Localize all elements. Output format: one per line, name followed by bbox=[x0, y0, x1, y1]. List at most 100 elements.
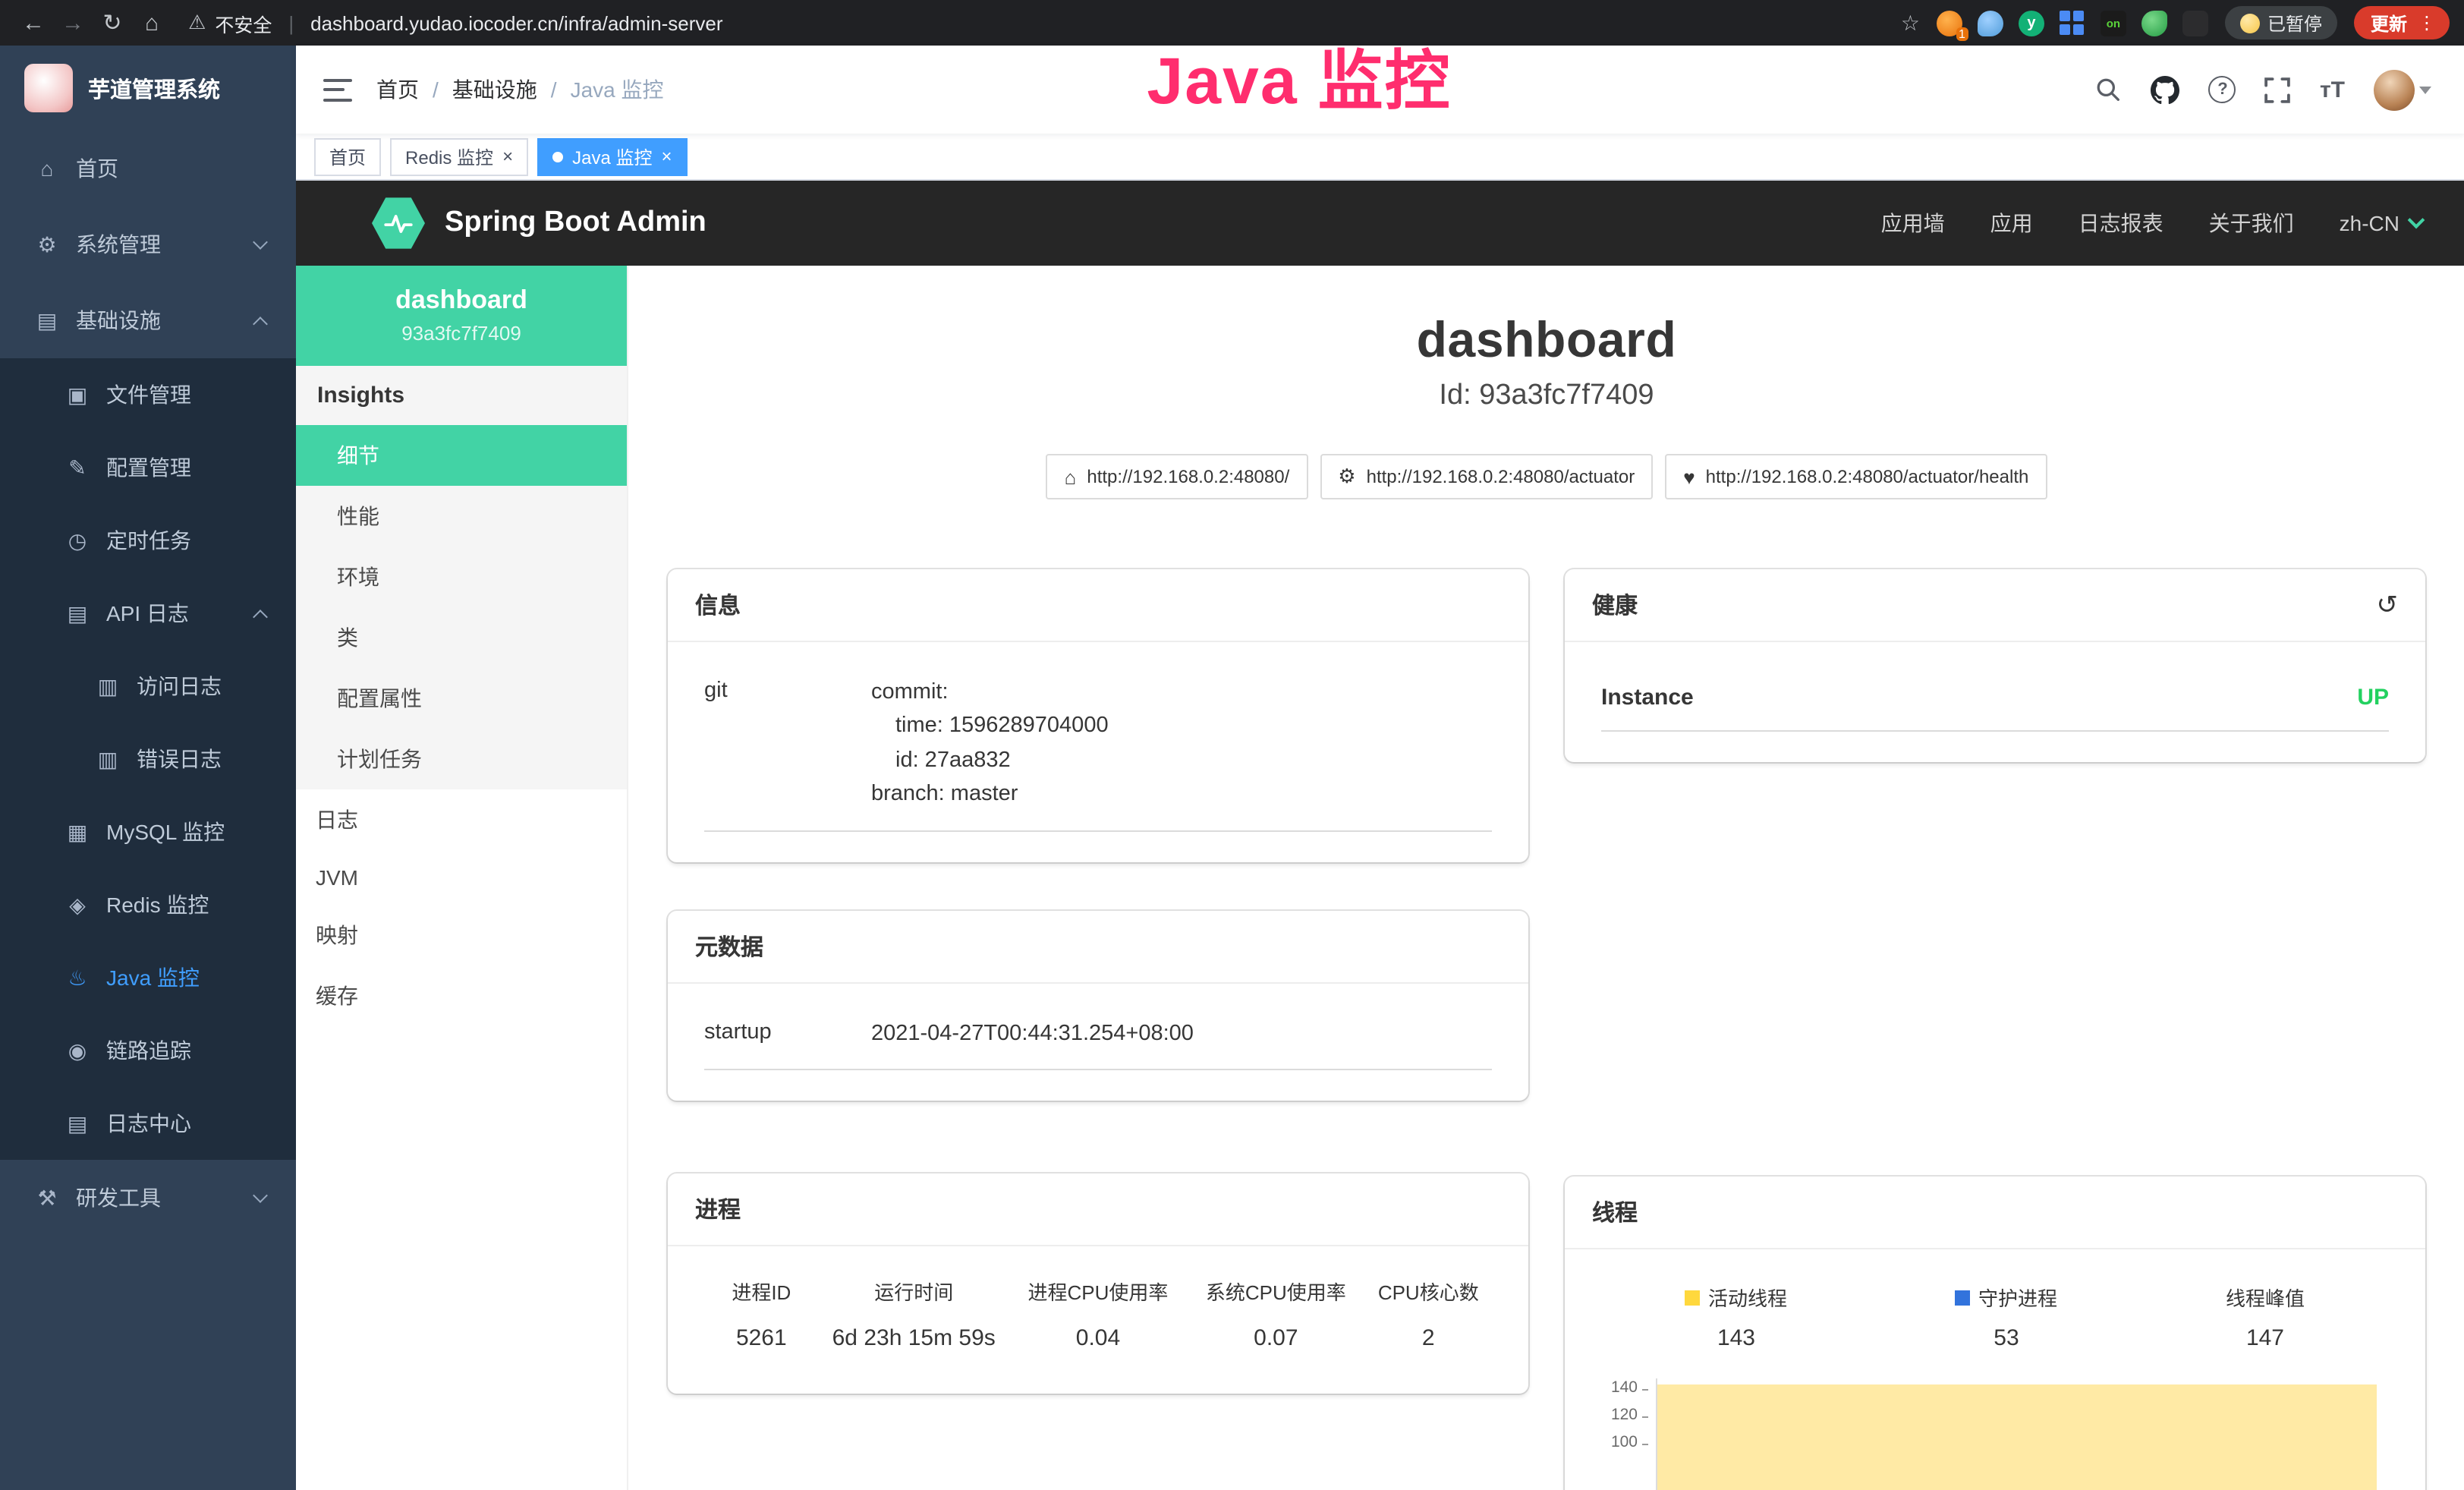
forward-icon[interactable]: → bbox=[55, 5, 91, 41]
extension-icon-4[interactable] bbox=[2060, 10, 2085, 36]
sidebar-item-config[interactable]: ✎ 配置管理 bbox=[0, 431, 296, 504]
sidebar-item-home[interactable]: ⌂ 首页 bbox=[0, 131, 296, 206]
extension-icon-5[interactable]: on bbox=[2101, 10, 2126, 36]
screenshot-root: ← → ↻ ⌂ ⚠ 不安全 | dashboard.yudao.iocoder.… bbox=[0, 0, 2464, 1490]
sidebar-item-java[interactable]: ♨ Java 监控 bbox=[0, 941, 296, 1014]
file-icon: ▣ bbox=[61, 382, 94, 408]
info-card: 信息 git commit: time: 1596289704000 id: 2… bbox=[668, 569, 1528, 862]
legend-label: 守护进程 bbox=[1978, 1283, 2057, 1312]
font-size-icon[interactable]: тT bbox=[2320, 77, 2345, 102]
process-uptime: 6d 23h 15m 59s bbox=[819, 1326, 1009, 1352]
reload-icon[interactable]: ↻ bbox=[94, 5, 131, 41]
update-label: 更新 bbox=[2371, 10, 2407, 36]
page-title: dashboard bbox=[628, 311, 2464, 369]
update-button[interactable]: 更新 ⋮ bbox=[2354, 6, 2450, 39]
info-value: commit: time: 1596289704000 id: 27aa832 … bbox=[871, 676, 1109, 812]
breadcrumb-separator: / bbox=[433, 77, 439, 102]
extension-icon-7[interactable] bbox=[2182, 10, 2208, 36]
card-title: 线程 bbox=[1592, 1196, 1638, 1228]
help-icon[interactable]: ? bbox=[2209, 76, 2236, 103]
breadcrumb-infra[interactable]: 基础设施 bbox=[452, 74, 537, 105]
sidebar-item-devtool[interactable]: ⚒ 研发工具 bbox=[0, 1160, 296, 1236]
sidebar-item-errorlog[interactable]: ▥ 错误日志 bbox=[0, 723, 296, 795]
extension-icon-1[interactable]: 1 bbox=[1937, 10, 1962, 36]
search-icon[interactable] bbox=[2095, 76, 2123, 103]
url-divider: | bbox=[288, 11, 294, 34]
sba-brand-title[interactable]: Spring Boot Admin bbox=[445, 206, 706, 240]
paused-badge[interactable]: 已暂停 bbox=[2225, 6, 2337, 39]
extension-icon-6[interactable] bbox=[2141, 10, 2167, 36]
sba-item-environment[interactable]: 环境 bbox=[296, 547, 627, 607]
breadcrumb: 首页 / 基础设施 / Java 监控 bbox=[376, 74, 664, 105]
fullscreen-icon[interactable] bbox=[2265, 77, 2291, 102]
extension-icon-3[interactable]: y bbox=[2019, 10, 2044, 36]
history-icon[interactable]: ↺ bbox=[2377, 590, 2399, 620]
blue-swatch bbox=[1956, 1290, 1971, 1305]
sidebar-item-mysql[interactable]: ▦ MySQL 监控 bbox=[0, 795, 296, 868]
avatar bbox=[2374, 69, 2415, 110]
sidebar-item-file[interactable]: ▣ 文件管理 bbox=[0, 358, 296, 431]
tab-home[interactable]: 首页 bbox=[314, 137, 381, 175]
health-instance-label: Instance bbox=[1601, 685, 1694, 710]
instance-id: 93a3fc7f7409 bbox=[311, 322, 612, 345]
y-tick: 120 bbox=[1611, 1406, 1648, 1424]
sba-item-caches[interactable]: 缓存 bbox=[296, 966, 627, 1026]
tab-java-monitor[interactable]: Java 监控× bbox=[537, 137, 687, 175]
sba-nav-about[interactable]: 关于我们 bbox=[2209, 208, 2294, 238]
health-url-link[interactable]: ♥ http://192.168.0.2:48080/actuator/heal… bbox=[1665, 454, 2047, 499]
sba-item-scheduled-tasks[interactable]: 计划任务 bbox=[296, 729, 627, 789]
back-icon[interactable]: ← bbox=[15, 5, 52, 41]
service-url-link[interactable]: ⌂ http://192.168.0.2:48080/ bbox=[1046, 454, 1308, 499]
sba-nav-wallboard[interactable]: 应用墙 bbox=[1881, 208, 1945, 238]
github-icon[interactable] bbox=[2151, 75, 2180, 104]
close-icon[interactable]: × bbox=[661, 147, 672, 165]
metadata-row-startup: startup 2021-04-27T00:44:31.254+08:00 bbox=[704, 1005, 1492, 1071]
status-badge: UP bbox=[2357, 685, 2389, 710]
sba-item-jvm[interactable]: JVM bbox=[296, 850, 627, 905]
sba-item-details[interactable]: 细节 bbox=[296, 425, 627, 486]
health-instance-row[interactable]: Instance UP bbox=[1601, 663, 2389, 732]
info-row-git: git commit: time: 1596289704000 id: 27aa… bbox=[704, 663, 1492, 832]
sba-item-config-props[interactable]: 配置属性 bbox=[296, 668, 627, 729]
sba-locale-select[interactable]: zh-CN bbox=[2340, 211, 2422, 235]
sidebar-item-system[interactable]: ⚙ 系统管理 bbox=[0, 206, 296, 282]
extension-icon-2[interactable] bbox=[1978, 10, 2003, 36]
sidebar-item-accesslog[interactable]: ▥ 访问日志 bbox=[0, 650, 296, 723]
sidebar-item-trace[interactable]: ◉ 链路追踪 bbox=[0, 1014, 296, 1087]
sba-item-logs[interactable]: 日志 bbox=[296, 789, 627, 850]
chevron-down-icon bbox=[2408, 212, 2425, 229]
sidebar-item-logcenter[interactable]: ▤ 日志中心 bbox=[0, 1087, 296, 1160]
bookmark-star-icon[interactable]: ☆ bbox=[1901, 10, 1920, 36]
breadcrumb-separator: / bbox=[551, 77, 557, 102]
sidebar-item-apilog[interactable]: ▤ API 日志 bbox=[0, 577, 296, 650]
sba-item-classes[interactable]: 类 bbox=[296, 607, 627, 668]
sba-nav-applications[interactable]: 应用 bbox=[1990, 208, 2033, 238]
spring-boot-admin-logo bbox=[372, 197, 425, 250]
card-title: 元数据 bbox=[695, 931, 763, 962]
sidebar-item-label: 文件管理 bbox=[106, 380, 191, 410]
home-icon[interactable]: ⌂ bbox=[134, 5, 170, 41]
sba-nav-journal[interactable]: 日志报表 bbox=[2079, 208, 2163, 238]
card-title: 进程 bbox=[695, 1194, 741, 1226]
app-logo-row[interactable]: 芋道管理系统 bbox=[0, 46, 296, 131]
sidebar-item-label: 研发工具 bbox=[76, 1183, 161, 1213]
sba-instance-header[interactable]: dashboard 93a3fc7f7409 bbox=[296, 266, 627, 366]
sidebar-item-job[interactable]: ◷ 定时任务 bbox=[0, 504, 296, 577]
card-title: 健康 bbox=[1592, 589, 1638, 621]
metadata-key: startup bbox=[704, 1017, 871, 1044]
user-avatar[interactable] bbox=[2374, 69, 2431, 110]
sba-item-metrics[interactable]: 性能 bbox=[296, 486, 627, 547]
tab-redis-monitor[interactable]: Redis 监控× bbox=[390, 137, 528, 175]
omnibox[interactable]: ⚠ 不安全 | dashboard.yudao.iocoder.cn/infra… bbox=[188, 8, 723, 37]
sidebar-item-label: 首页 bbox=[76, 153, 118, 184]
sidebar-toggle-icon[interactable] bbox=[323, 78, 352, 101]
chevron-up-icon bbox=[253, 316, 268, 331]
sidebar-item-infra[interactable]: ▤ 基础设施 bbox=[0, 282, 296, 358]
sidebar-item-redis[interactable]: ◈ Redis 监控 bbox=[0, 868, 296, 941]
actuator-url-link[interactable]: ⚙ http://192.168.0.2:48080/actuator bbox=[1320, 454, 1653, 499]
close-icon[interactable]: × bbox=[502, 147, 513, 165]
breadcrumb-home[interactable]: 首页 bbox=[376, 74, 419, 105]
sba-item-mappings[interactable]: 映射 bbox=[296, 905, 627, 966]
url-text: dashboard.yudao.iocoder.cn/infra/admin-s… bbox=[310, 11, 722, 34]
app-title: 芋道管理系统 bbox=[88, 72, 220, 104]
